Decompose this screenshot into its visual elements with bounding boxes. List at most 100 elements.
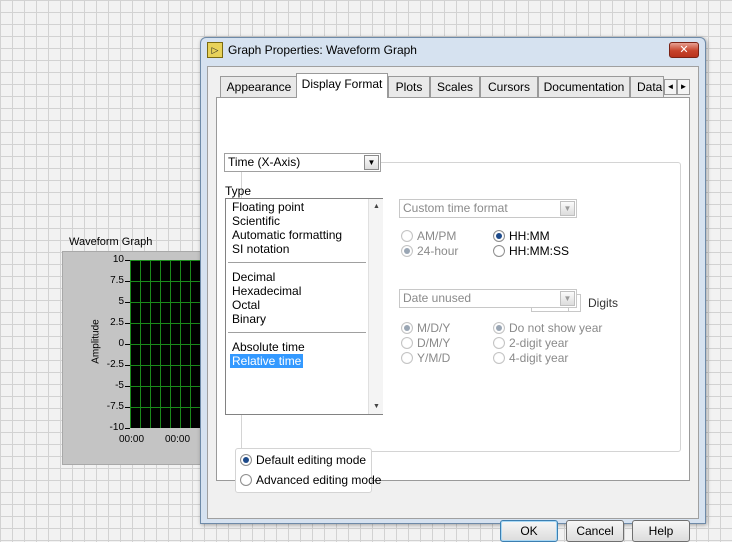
radio-label: Default editing mode	[256, 453, 367, 467]
radio-advanced-editing[interactable]: Advanced editing mode	[240, 473, 381, 487]
y-tick-mark	[125, 407, 130, 408]
radio-label: 4-digit year	[509, 351, 569, 365]
list-item[interactable]: SI notation	[230, 242, 291, 256]
list-item[interactable]: Floating point	[230, 200, 306, 214]
list-item[interactable]: Hexadecimal	[230, 284, 303, 298]
y-tick-label: 2.5	[110, 317, 124, 328]
y-tick-mark	[125, 428, 130, 429]
x-tick-label: 00:00	[165, 434, 191, 445]
radio-am-pm[interactable]: AM/PM	[401, 229, 456, 243]
type-list-scrollbar[interactable]: ▲ ▼	[368, 199, 383, 414]
y-tick-mark	[125, 323, 130, 324]
radio-indicator	[401, 322, 413, 334]
radio-hh-mm-ss[interactable]: HH:MM:SS	[493, 244, 569, 258]
radio-mdy[interactable]: M/D/Y	[401, 321, 450, 335]
list-item-selected[interactable]: Relative time	[230, 354, 304, 368]
title-bar[interactable]: ▷ Graph Properties: Waveform Graph ✕	[201, 38, 705, 62]
y-tick-label: -7.5	[106, 401, 124, 412]
date-format-value: Date unused	[403, 291, 472, 305]
radio-label: M/D/Y	[417, 321, 451, 335]
display-format-panel: Time (X-Axis) ▼ Type Floating point Scie…	[216, 97, 690, 481]
radio-label: D/M/Y	[417, 336, 451, 350]
radio-no-year[interactable]: Do not show year	[493, 321, 602, 335]
chevron-down-icon[interactable]: ▼	[560, 201, 575, 216]
radio-default-editing[interactable]: Default editing mode	[240, 453, 366, 467]
graph-label: Waveform Graph	[69, 236, 153, 248]
graph-properties-dialog: ▷ Graph Properties: Waveform Graph ✕ App…	[200, 37, 706, 542]
radio-indicator	[240, 474, 252, 486]
radio-2-digit-year[interactable]: 2-digit year	[493, 336, 568, 350]
type-label: Type	[225, 184, 252, 198]
tab-documentation[interactable]: Documentation	[538, 76, 630, 97]
y-tick-mark	[125, 365, 130, 366]
y-tick-mark	[125, 344, 130, 345]
cancel-button[interactable]: Cancel	[566, 520, 624, 542]
radio-label: 2-digit year	[509, 336, 569, 350]
y-tick-label: -2.5	[106, 359, 124, 370]
y-tick-mark	[125, 260, 130, 261]
radio-hh-mm[interactable]: HH:MM	[493, 229, 550, 243]
radio-indicator	[240, 454, 252, 466]
date-format-select[interactable]: Date unused ▼	[399, 289, 577, 308]
radio-label: Advanced editing mode	[256, 473, 382, 487]
digits-label: Digits	[588, 296, 619, 310]
y-tick-mark	[125, 302, 130, 303]
radio-indicator	[401, 337, 413, 349]
list-item[interactable]: Binary	[230, 312, 268, 326]
close-button[interactable]: ✕	[669, 42, 699, 58]
dialog-client: Appearance Display Format Plots Scales C…	[207, 66, 699, 542]
help-button[interactable]: Help	[632, 520, 690, 542]
radio-indicator	[493, 230, 505, 242]
tab-display-format[interactable]: Display Format	[296, 73, 388, 98]
radio-ymd[interactable]: Y/M/D	[401, 351, 450, 365]
list-item[interactable]: Octal	[230, 298, 262, 312]
list-item[interactable]: Decimal	[230, 270, 277, 284]
y-tick-label: -5	[115, 380, 124, 391]
radio-label: AM/PM	[417, 229, 457, 243]
radio-4-digit-year[interactable]: 4-digit year	[493, 351, 568, 365]
list-item[interactable]: Automatic formatting	[230, 228, 344, 242]
radio-label: Y/M/D	[417, 351, 451, 365]
tab-cursors[interactable]: Cursors	[480, 76, 538, 97]
axis-select-value: Time (X-Axis)	[228, 155, 301, 169]
ok-button[interactable]: OK	[500, 520, 558, 542]
custom-time-format-select[interactable]: Custom time format ▼	[399, 199, 577, 218]
scroll-down-icon[interactable]: ▼	[369, 399, 384, 414]
radio-indicator	[493, 322, 505, 334]
tab-data[interactable]: Data	[630, 76, 664, 97]
radio-24-hour[interactable]: 24-hour	[401, 244, 458, 258]
labview-icon: ▷	[207, 42, 223, 58]
radio-indicator	[401, 245, 413, 257]
chevron-down-icon[interactable]: ▼	[364, 155, 379, 170]
tab-appearance[interactable]: Appearance	[220, 76, 298, 97]
y-tick-label: -10	[109, 422, 124, 433]
tab-scales[interactable]: Scales	[430, 76, 480, 97]
plot-area[interactable]	[130, 260, 204, 428]
scroll-up-icon[interactable]: ▲	[369, 199, 384, 214]
radio-label: Do not show year	[509, 321, 603, 335]
y-tick-label: 5	[118, 296, 124, 307]
radio-label: HH:MM:SS	[509, 244, 569, 258]
list-separator	[228, 262, 366, 263]
y-tick-label: 0	[118, 338, 124, 349]
tab-plots[interactable]: Plots	[388, 76, 430, 97]
radio-indicator	[401, 352, 413, 364]
radio-indicator	[493, 245, 505, 257]
radio-indicator	[493, 352, 505, 364]
tab-scroll-left-icon[interactable]: ◄	[664, 79, 677, 95]
y-tick-label: 7.5	[110, 275, 124, 286]
y-tick-mark	[125, 386, 130, 387]
chevron-down-icon[interactable]: ▼	[560, 291, 575, 306]
y-tick-label: 10	[112, 254, 124, 265]
radio-label: HH:MM	[509, 229, 550, 243]
list-item[interactable]: Scientific	[230, 214, 282, 228]
tab-scroll-right-icon[interactable]: ►	[677, 79, 690, 95]
x-tick-label: 00:00	[119, 434, 145, 445]
list-item[interactable]: Absolute time	[230, 340, 307, 354]
radio-dmy[interactable]: D/M/Y	[401, 336, 450, 350]
axis-select[interactable]: Time (X-Axis) ▼	[224, 153, 381, 172]
type-listbox[interactable]: Floating point Scientific Automatic form…	[225, 198, 383, 415]
list-separator	[228, 332, 366, 333]
radio-label: 24-hour	[417, 244, 459, 258]
radio-indicator	[401, 230, 413, 242]
